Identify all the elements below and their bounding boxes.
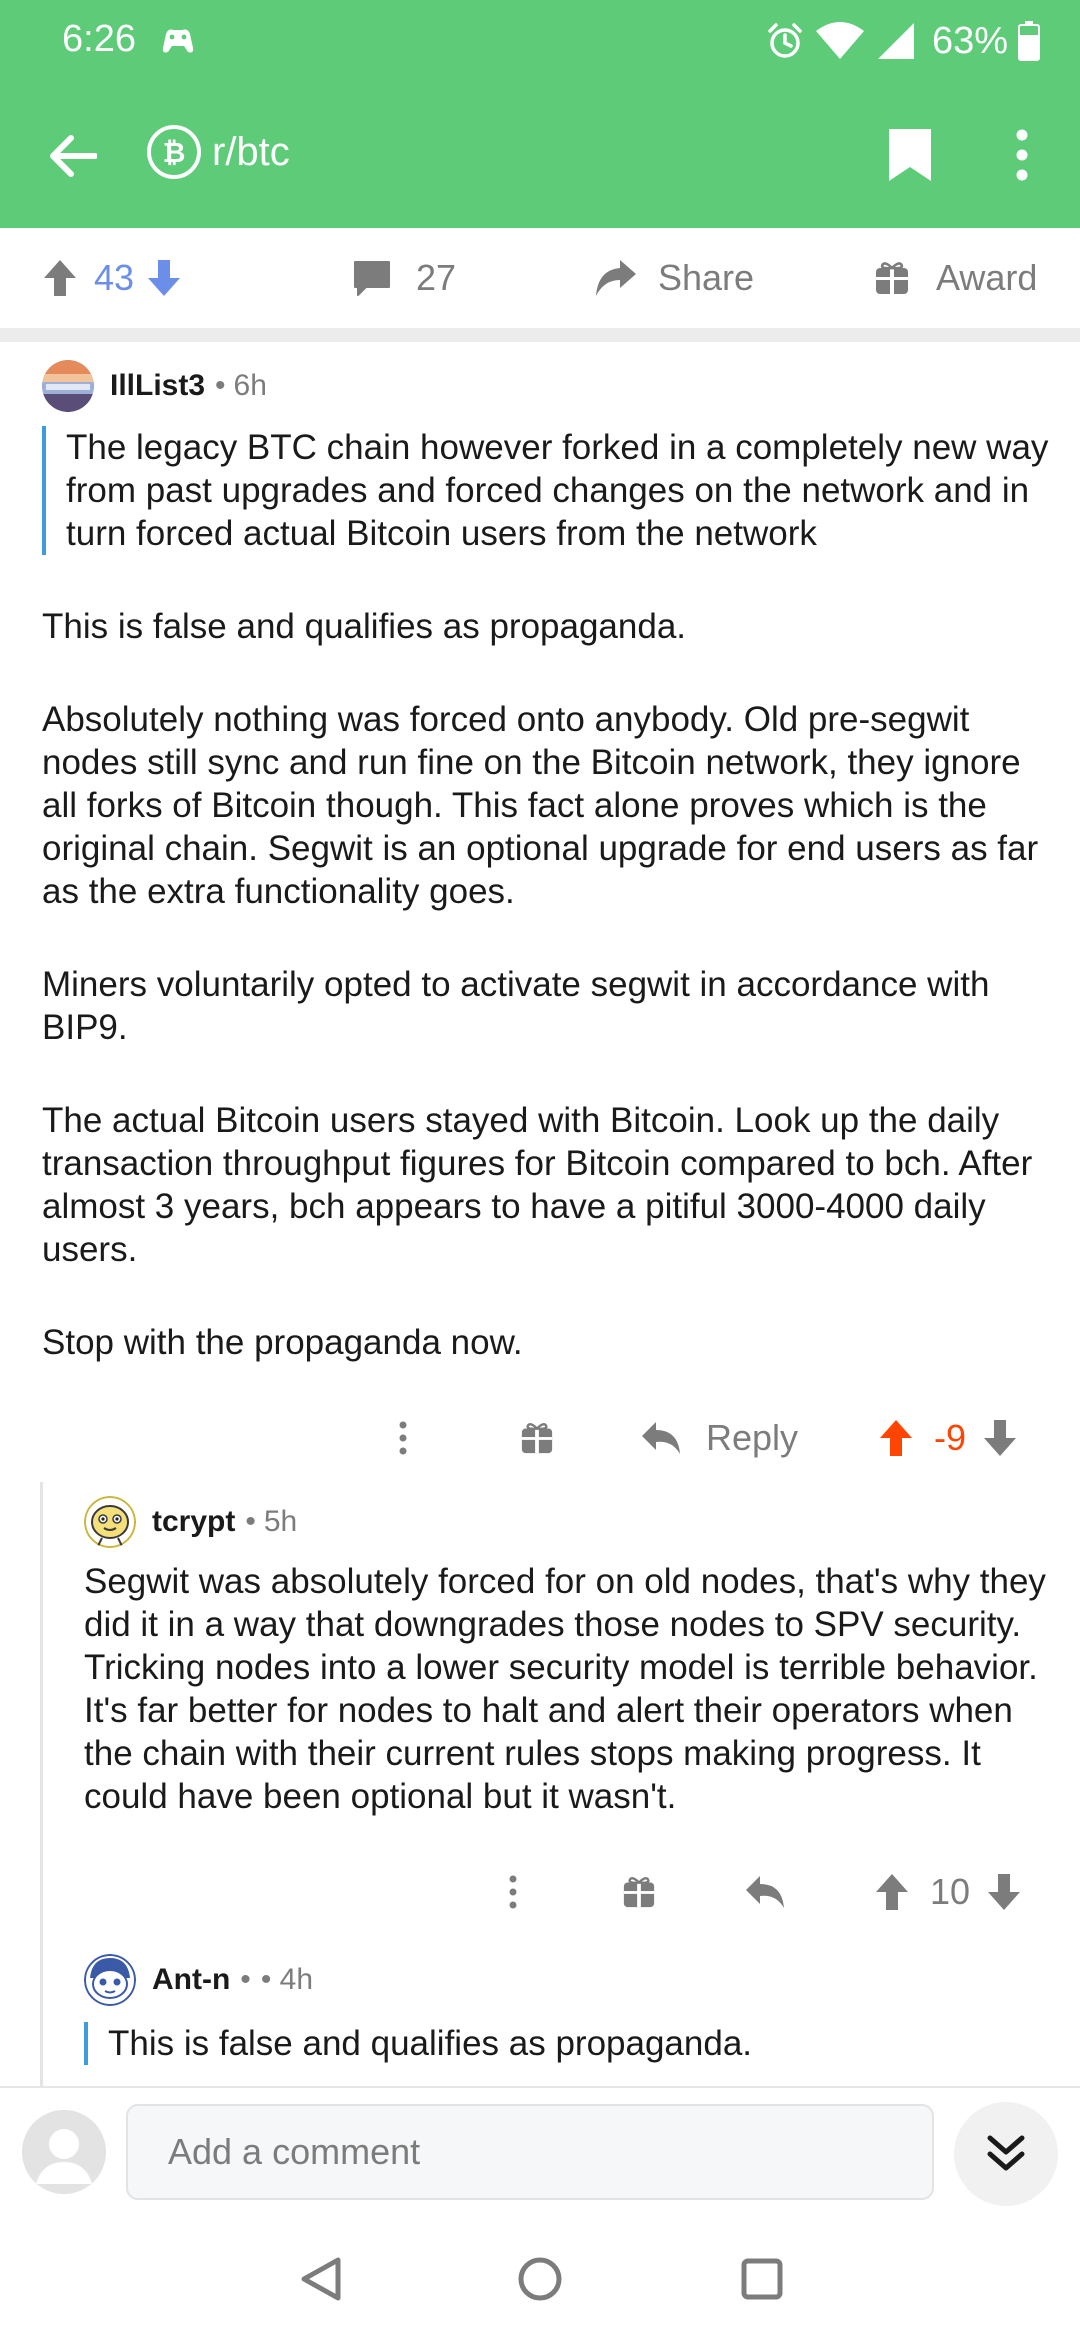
comment-quote: The legacy BTC chain however forked in a… (42, 426, 1052, 555)
comment-header: Ant-n • • 4h (84, 1950, 1064, 2010)
bookmark-button[interactable] (880, 120, 940, 190)
nav-home-button[interactable] (505, 2244, 575, 2314)
bookmark-icon (889, 129, 931, 181)
square-recents-icon (741, 2258, 783, 2300)
comment-more-button[interactable] (508, 1864, 518, 1920)
comment-score: 10 (930, 1871, 971, 1912)
reply-label: Reply (706, 1417, 799, 1458)
svg-text:₿: ₿ (163, 136, 186, 169)
comment-count: 27 (416, 257, 457, 298)
share-arrow-icon (596, 260, 636, 296)
comment-age: 5h (263, 1505, 298, 1538)
avatar[interactable] (84, 1954, 136, 2006)
comment-actions: Reply -9 (0, 1392, 1080, 1482)
comment-paragraph: This is false and qualifies as propagand… (42, 607, 687, 646)
app-header: 6:26 63% ₿ r/btc (0, 0, 1080, 228)
comment-quote: This is false and qualifies as propagand… (84, 2022, 1064, 2065)
triangle-back-icon (301, 2257, 341, 2301)
reply-button[interactable] (744, 1864, 786, 1920)
comment-dot: • (245, 1505, 256, 1538)
comment-bubble-icon (354, 261, 390, 296)
gift-icon (876, 262, 908, 294)
bitcoin-icon[interactable]: ₿ (146, 124, 202, 180)
downvote-arrow-icon[interactable] (986, 1872, 1022, 1912)
more-vertical-icon (509, 1875, 517, 1909)
downvote-arrow-icon[interactable] (146, 258, 182, 298)
upvote-arrow-icon[interactable] (874, 1872, 910, 1912)
comment-paragraph: The actual Bitcoin users stayed with Bit… (42, 1101, 1033, 1269)
back-arrow-icon (50, 135, 97, 177)
comment-award-button[interactable] (622, 1864, 656, 1920)
double-chevron-down-icon (987, 2135, 1025, 2171)
nav-back-button[interactable] (286, 2244, 356, 2314)
post-vote-group: 43 (42, 250, 182, 306)
cell-signal-icon (877, 23, 914, 59)
battery-icon (1018, 21, 1040, 61)
comment-dot: • (240, 1963, 251, 1996)
post-vote-count: 43 (94, 257, 135, 298)
comment: Ant-n • • 4h This is false and qualifies… (84, 1950, 1064, 2065)
comment-header: IllList3 • 6h (42, 356, 1052, 416)
game-controller-icon (162, 29, 194, 53)
comment-thread: IllList3 • 6h The legacy BTC chain howev… (0, 342, 1080, 2086)
comment-paragraph: Stop with the propaganda now. (42, 1323, 523, 1362)
gift-icon (521, 1423, 553, 1454)
reply-arrow-icon (642, 1422, 680, 1454)
award-label: Award (936, 257, 1038, 298)
comment-vote-group: 10 (874, 1864, 1022, 1920)
comment-award-button[interactable] (520, 1410, 554, 1466)
alarm-icon (768, 23, 802, 58)
comment-age: • 4h (260, 1963, 314, 1996)
more-options-button[interactable] (1000, 122, 1044, 188)
avatar[interactable] (84, 1496, 136, 1548)
avatar[interactable] (42, 360, 94, 412)
battery-percent: 63% (931, 19, 1008, 62)
subreddit-name[interactable]: r/btc (212, 124, 290, 180)
downvote-arrow-icon[interactable] (982, 1418, 1018, 1458)
more-vertical-icon (399, 1421, 407, 1455)
comment-paragraph: Absolutely nothing was forced onto anybo… (42, 700, 1039, 911)
upvote-arrow-icon[interactable] (878, 1418, 914, 1458)
comment-actions: 10 (0, 1846, 1080, 1936)
app-bar: ₿ r/btc (0, 100, 1080, 210)
comment: tcrypt • 5h Segwit was absolutely forced… (84, 1492, 1064, 1818)
comment-header: tcrypt • 5h (84, 1492, 1064, 1552)
jump-down-button[interactable] (954, 2102, 1058, 2206)
wifi-icon (815, 22, 864, 59)
status-bar: 6:26 63% (0, 0, 1080, 84)
share-button[interactable]: Share (594, 250, 754, 306)
nav-recents-button[interactable] (727, 2244, 797, 2314)
system-nav-bar (0, 2214, 1080, 2340)
comment-username[interactable]: tcrypt (152, 1505, 235, 1539)
comment-paragraph: Miners voluntarily opted to activate seg… (42, 965, 990, 1047)
post-action-bar: 43 27 Share Award (0, 228, 1080, 342)
status-time: 6:26 (62, 18, 136, 60)
more-vertical-icon (1016, 129, 1028, 181)
comment-age: 6h (233, 369, 267, 402)
comment-vote-group: -9 (878, 1410, 1018, 1466)
reply-button[interactable]: Reply (640, 1410, 798, 1466)
comment: IllList3 • 6h The legacy BTC chain howev… (42, 356, 1052, 1364)
status-icons: 63% (766, 16, 1040, 66)
share-label: Share (658, 257, 755, 298)
thread-line[interactable] (40, 1482, 43, 2086)
circle-home-icon (518, 2257, 562, 2301)
add-comment-input[interactable] (126, 2104, 934, 2200)
comment-input-bar (0, 2086, 1080, 2214)
comment-username[interactable]: IllList3 (110, 369, 205, 403)
back-button[interactable] (40, 124, 104, 188)
comment-body: Segwit was absolutely forced for on old … (84, 1562, 1046, 1816)
comment-more-button[interactable] (398, 1410, 408, 1466)
upvote-arrow-icon[interactable] (42, 258, 78, 298)
comment-score: -9 (934, 1417, 967, 1458)
award-button[interactable]: Award (874, 250, 1037, 306)
comment-username[interactable]: Ant-n (152, 1963, 230, 1997)
comment-dot: • (215, 369, 226, 402)
comments-count-button[interactable]: 27 (352, 250, 456, 306)
user-avatar[interactable] (22, 2110, 106, 2194)
reply-arrow-icon (746, 1876, 784, 1908)
gift-icon (623, 1877, 655, 1908)
